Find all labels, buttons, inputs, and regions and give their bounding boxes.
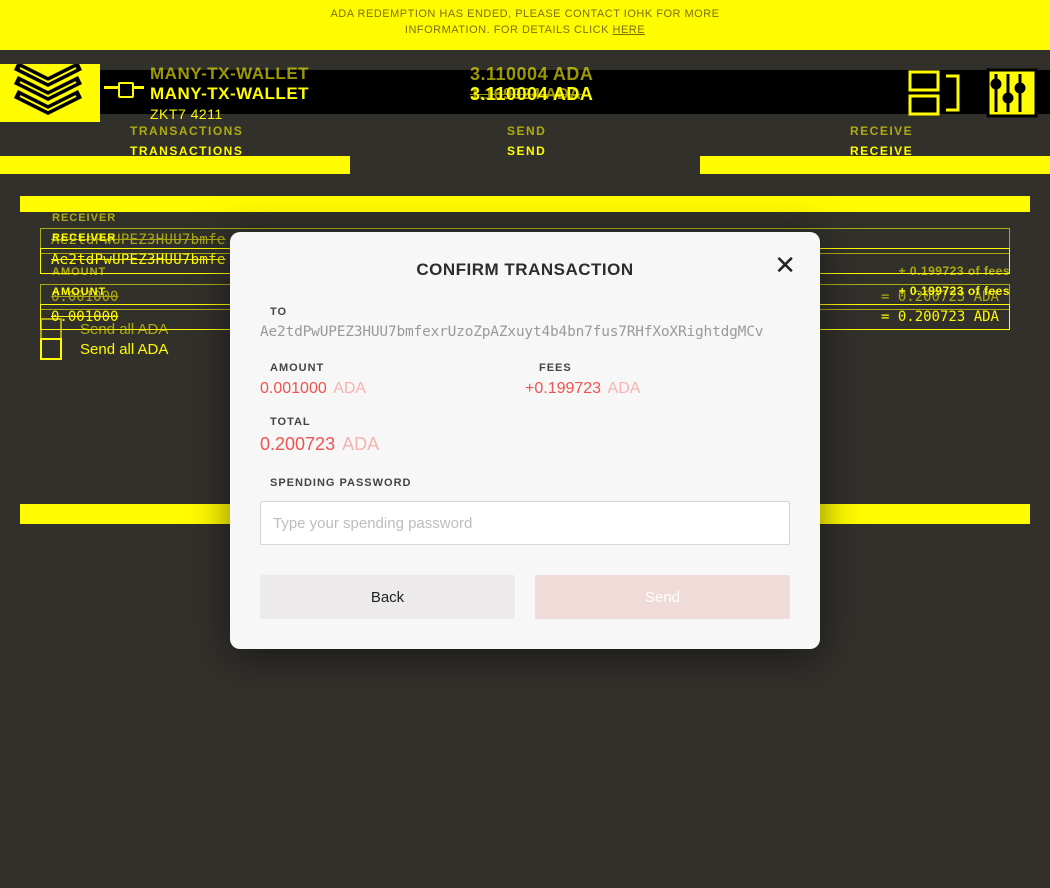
- back-button[interactable]: Back: [260, 575, 515, 619]
- spending-password-label: SPENDING PASSWORD: [270, 477, 790, 489]
- to-address: Ae2tdPwUPEZ3HUU7bmfexrUzoZpAZxuyt4b4bn7f…: [260, 324, 790, 340]
- modal-total-label: TOTAL: [270, 416, 790, 428]
- modal-backdrop: CONFIRM TRANSACTION ✕ TO Ae2tdPwUPEZ3HUU…: [0, 0, 1050, 888]
- modal-title: CONFIRM TRANSACTION: [260, 260, 790, 280]
- modal-amount-value: 0.001000 ADA: [260, 380, 525, 398]
- modal-fees-value: +0.199723 ADA: [525, 380, 790, 398]
- to-label: TO: [270, 306, 790, 318]
- modal-amount-label: AMOUNT: [270, 362, 525, 374]
- close-icon[interactable]: ✕: [774, 256, 796, 274]
- modal-total-value: 0.200723 ADA: [260, 434, 790, 455]
- confirm-transaction-modal: CONFIRM TRANSACTION ✕ TO Ae2tdPwUPEZ3HUU…: [230, 232, 820, 649]
- modal-fees-label: FEES: [539, 362, 790, 374]
- send-button[interactable]: Send: [535, 575, 790, 619]
- spending-password-input[interactable]: [260, 501, 790, 545]
